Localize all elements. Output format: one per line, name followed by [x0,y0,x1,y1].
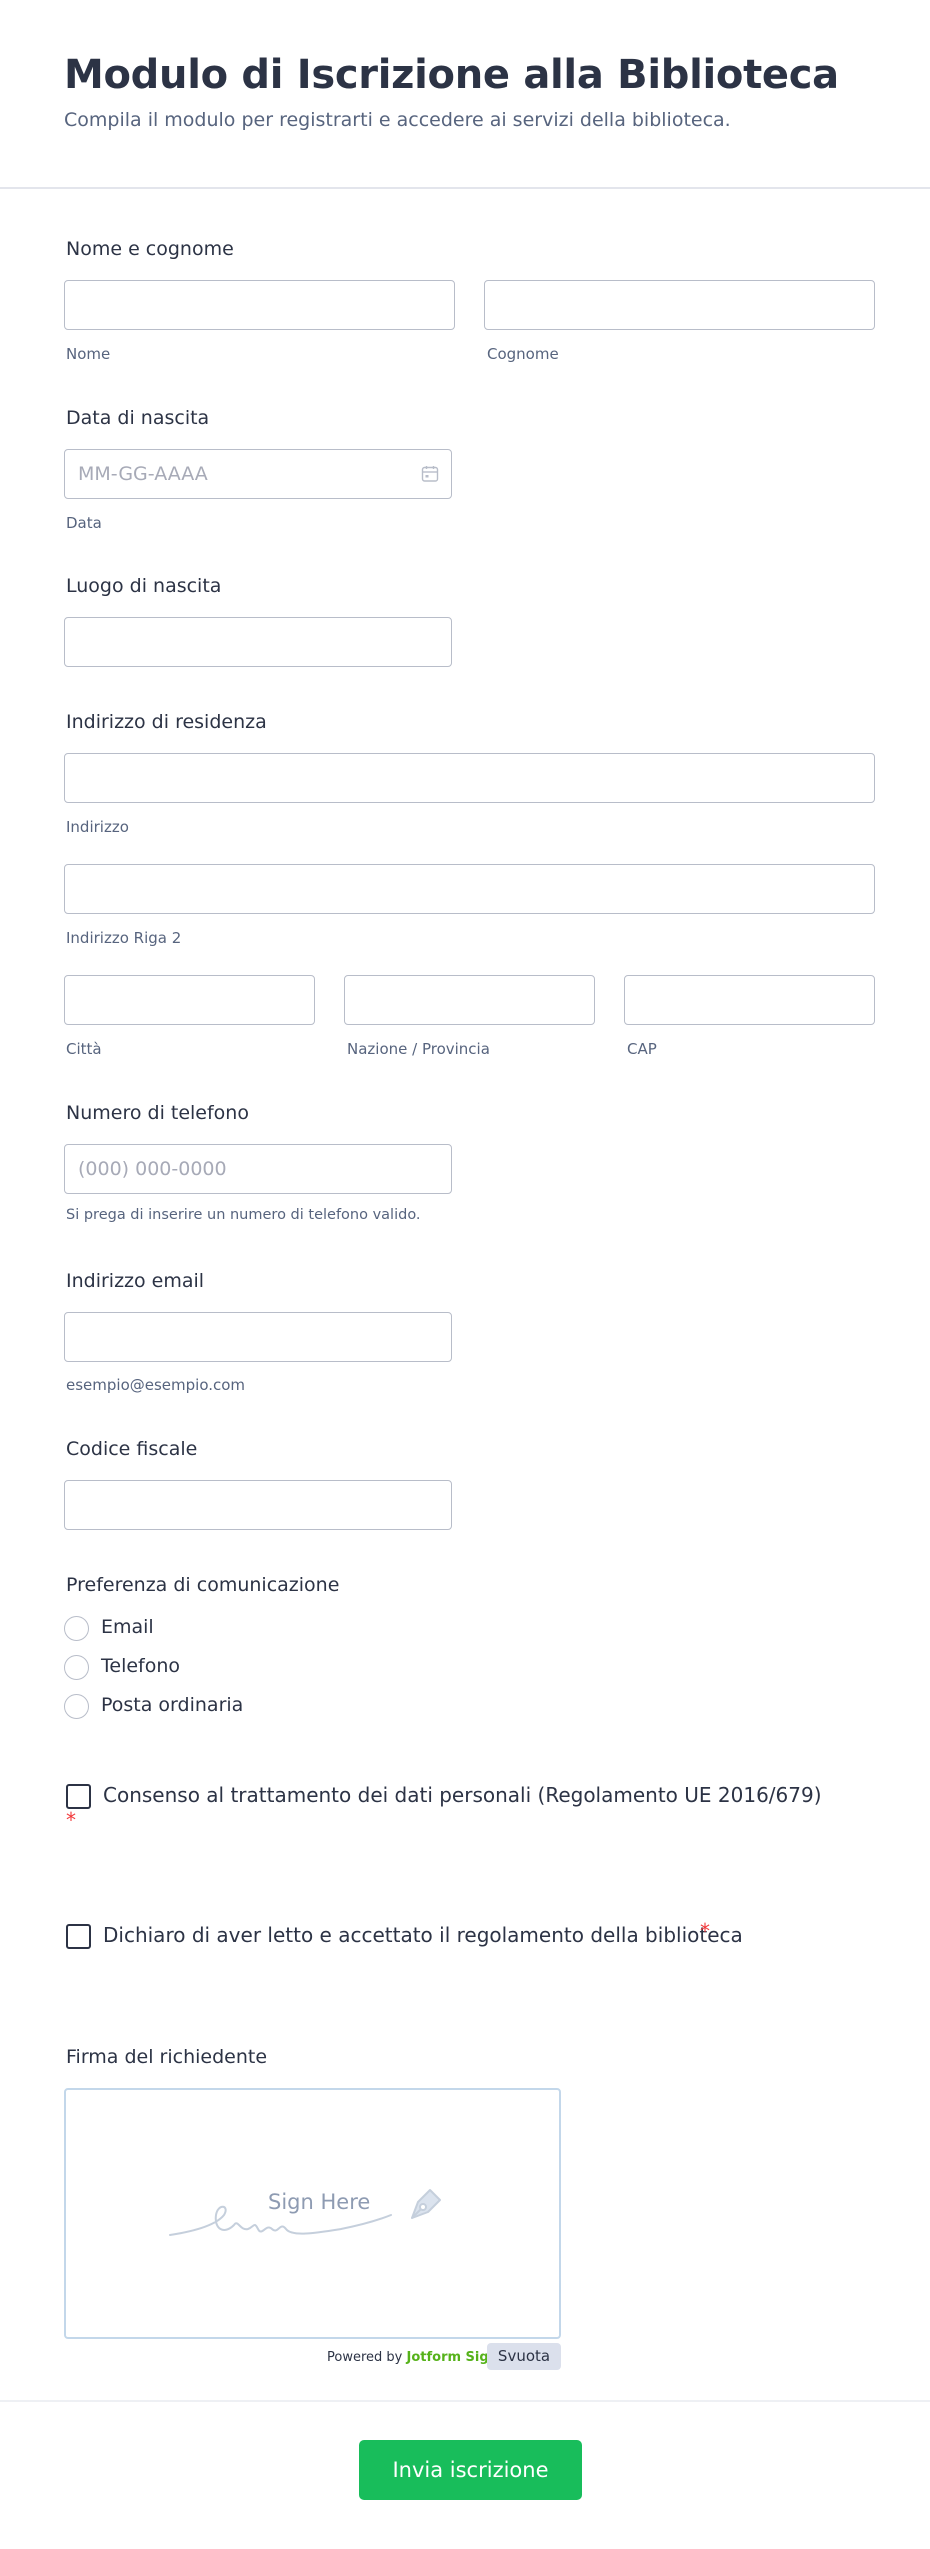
radio-label: Posta ordinaria [101,1694,244,1716]
rules-consent-checkbox[interactable] [66,1924,91,1949]
calendar-icon[interactable] [421,465,439,483]
birth-date-label: Data di nascita [66,407,210,429]
powered-by-prefix: Powered by [327,2350,403,2365]
phone-input[interactable]: (000) 000-0000 [64,1144,452,1194]
privacy-required-mark: * [66,1808,76,1832]
form-header: Modulo di Iscrizione alla Biblioteca Com… [0,0,930,189]
signature-pad[interactable]: Sign Here [64,2088,561,2339]
powered-by-text: Powered by Jotform Sign [327,2350,498,2365]
pen-nib-icon [411,2189,441,2219]
radio-button[interactable] [64,1694,89,1719]
birth-date-placeholder: MM-GG-AAAA [78,463,208,485]
state-sublabel: Nazione / Provincia [347,1040,490,1058]
address-label: Indirizzo di residenza [66,711,267,733]
phone-label: Numero di telefono [66,1102,249,1124]
city-sublabel: Città [66,1040,102,1058]
address-line1-sublabel: Indirizzo [66,818,129,836]
zip-sublabel: CAP [627,1040,657,1058]
phone-sublabel: Si prega di inserire un numero di telefo… [66,1207,421,1223]
radio-label: Telefono [101,1655,181,1677]
clear-signature-button[interactable]: Svuota [487,2343,561,2370]
privacy-consent-checkbox[interactable] [66,1784,91,1809]
zip-input[interactable] [624,975,875,1025]
privacy-consent-label[interactable]: Consenso al trattamento dei dati persona… [103,1783,822,1807]
phone-placeholder: (000) 000-0000 [78,1158,227,1180]
radio-button[interactable] [64,1616,89,1641]
state-input[interactable] [344,975,595,1025]
last-name-input[interactable] [484,280,875,330]
footer-divider [0,2400,930,2402]
email-input[interactable] [64,1312,452,1362]
email-label: Indirizzo email [66,1270,205,1292]
birth-place-input[interactable] [64,617,452,667]
rules-consent-label[interactable]: Dichiaro di aver letto e accettato il re… [103,1923,743,1947]
address-line1-input[interactable] [64,753,875,803]
jotform-sign-brand: Jotform Sign [406,2350,498,2365]
radio-button[interactable] [64,1655,89,1680]
birth-date-input[interactable]: MM-GG-AAAA [64,449,452,499]
address-line2-sublabel: Indirizzo Riga 2 [66,929,182,947]
last-name-sublabel: Cognome [487,345,559,363]
email-sublabel: esempio@esempio.com [66,1376,246,1394]
submit-button[interactable]: Invia iscrizione [359,2440,582,2500]
first-name-sublabel: Nome [66,345,111,363]
tax-code-label: Codice fiscale [66,1438,198,1460]
radio-label: Email [101,1616,154,1638]
first-name-input[interactable] [64,280,455,330]
full-name-label: Nome e cognome [66,238,234,260]
birth-place-label: Luogo di nascita [66,575,222,597]
city-input[interactable] [64,975,315,1025]
communication-label: Preferenza di comunicazione [66,1574,340,1596]
tax-code-input[interactable] [64,1480,452,1530]
address-line2-input[interactable] [64,864,875,914]
birth-date-sublabel: Data [66,514,102,532]
rules-required-mark: * [700,1919,710,1943]
form-subtitle: Compila il modulo per registrarti e acce… [64,109,731,131]
signature-label: Firma del richiedente [66,2046,268,2068]
form-title: Modulo di Iscrizione alla Biblioteca [64,52,839,98]
